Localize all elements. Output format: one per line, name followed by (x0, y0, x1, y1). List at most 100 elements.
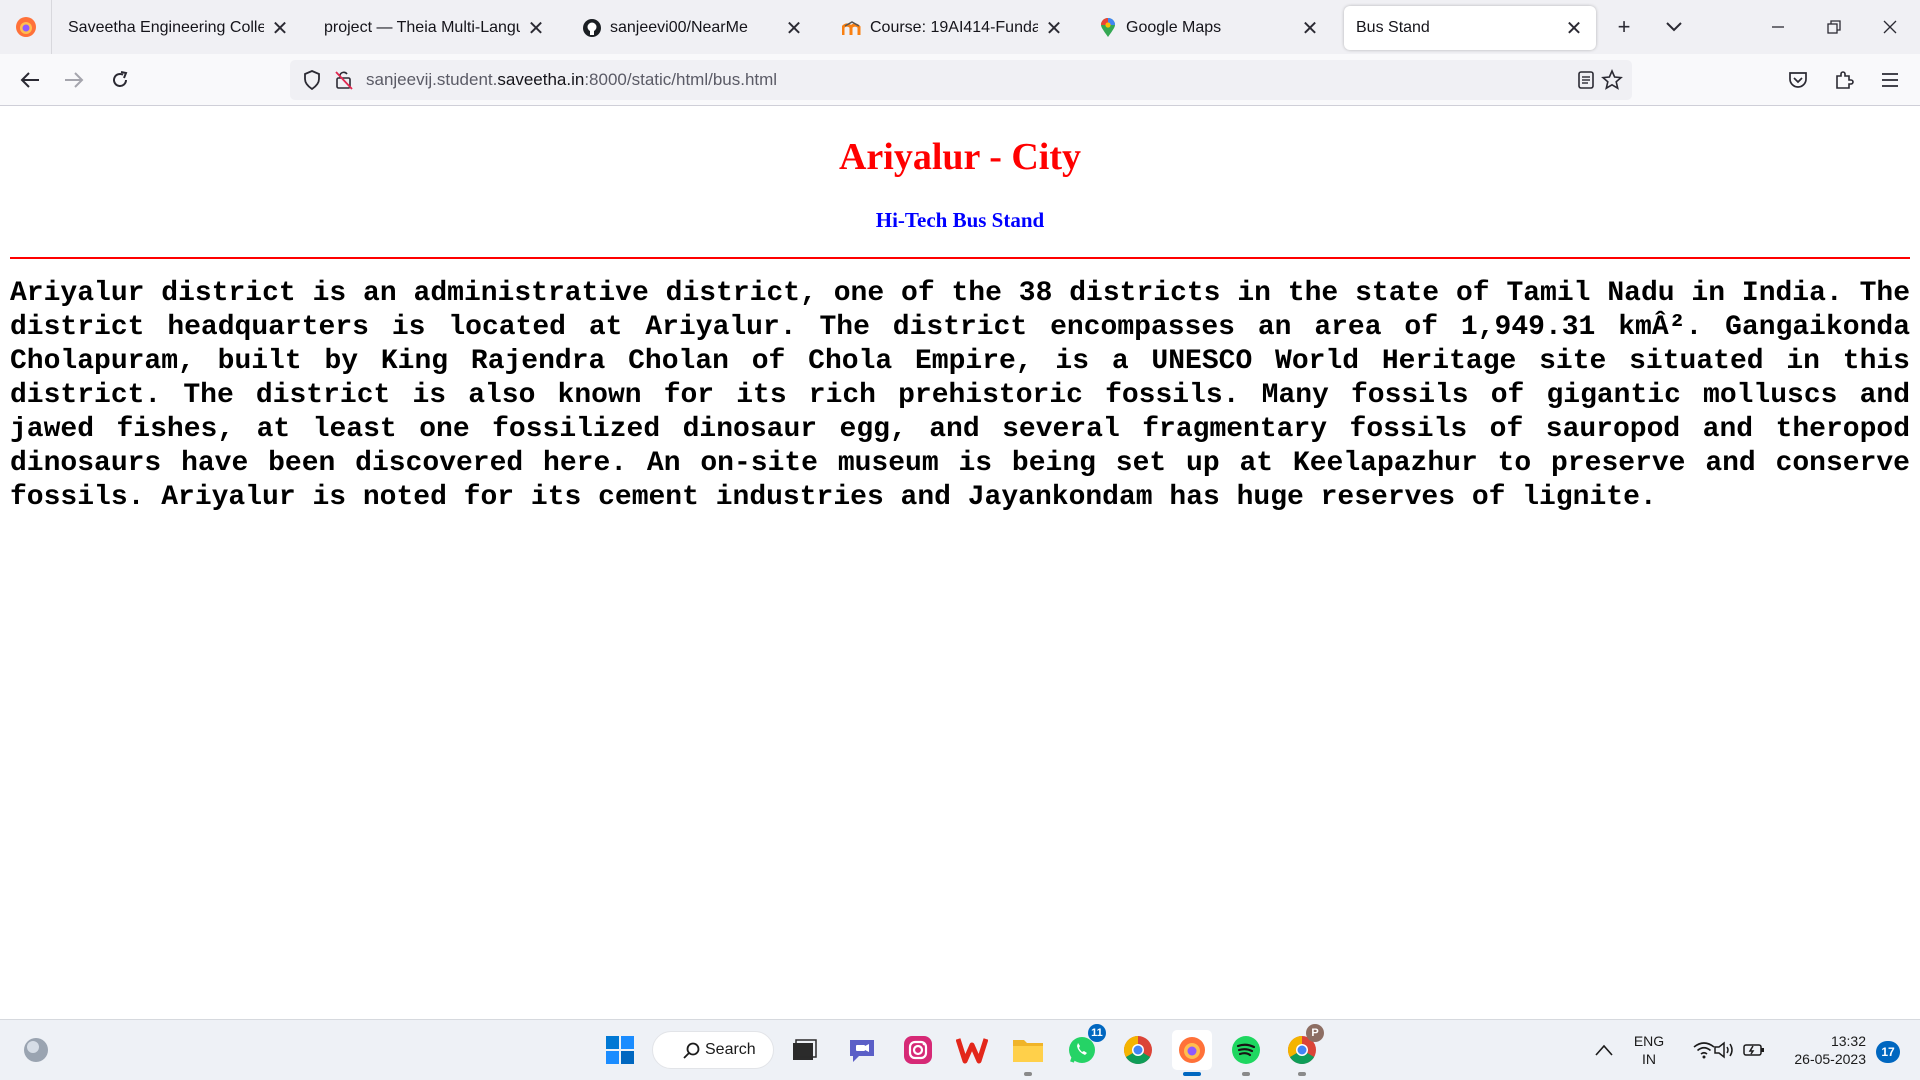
folder-icon (1013, 1040, 1043, 1062)
moodle-icon (842, 18, 862, 38)
url-text[interactable]: sanjeevij.student.saveetha.in:8000/stati… (366, 60, 777, 100)
firefox-view-button[interactable] (0, 0, 52, 54)
tab-google-maps[interactable]: Google Maps ✕ (1086, 6, 1332, 50)
close-icon[interactable]: ✕ (526, 18, 546, 40)
close-icon[interactable]: ✕ (1564, 18, 1584, 40)
chat-icon (850, 1040, 874, 1062)
clock-date: 26-05-2023 (1794, 1051, 1866, 1067)
hamburger-menu-icon (1882, 73, 1898, 87)
url-prefix: sanjeevij.student. (366, 70, 498, 89)
close-icon[interactable]: ✕ (1044, 18, 1064, 40)
maps-pin-icon (1098, 18, 1118, 38)
task-view-button[interactable] (784, 1030, 824, 1070)
arrow-left-icon (20, 72, 39, 88)
chevron-up-icon (1595, 1044, 1613, 1056)
teams-chat-button[interactable] (842, 1030, 882, 1070)
page-subtitle: Hi-Tech Bus Stand (875, 208, 1045, 232)
running-indicator (1298, 1072, 1306, 1076)
forward-button[interactable] (56, 62, 92, 98)
tab-title: Google Maps (1126, 19, 1222, 36)
back-button[interactable] (12, 62, 48, 98)
minimize-button[interactable] (1750, 0, 1806, 54)
profile-badge: P (1306, 1024, 1324, 1042)
body-paragraph: Ariyalur district is an administrative d… (10, 278, 1910, 513)
speaker-icon (1714, 1041, 1733, 1059)
instagram-icon (904, 1036, 932, 1064)
restore-button[interactable] (1806, 0, 1862, 54)
whatsapp-button[interactable]: 11 (1062, 1024, 1106, 1070)
shield-icon[interactable] (300, 68, 324, 92)
wps-office-button[interactable] (952, 1030, 992, 1070)
chevron-down-icon (1666, 22, 1682, 32)
puzzle-icon (1836, 71, 1854, 89)
url-suffix: :8000/static/html/bus.html (584, 70, 778, 89)
notification-badge: 11 (1088, 1024, 1106, 1042)
tab-moodle-course[interactable]: Course: 19AI414-Fundament ✕ (830, 6, 1076, 50)
divider (10, 257, 1910, 259)
clock-time: 13:32 (1830, 1033, 1866, 1049)
close-icon[interactable]: ✕ (270, 18, 290, 40)
arrow-right-icon (65, 72, 84, 88)
navigation-toolbar: sanjeevij.student.saveetha.in:8000/stati… (0, 54, 1920, 106)
tab-title: Saveetha Engineering College (68, 19, 264, 36)
extensions-button[interactable] (1826, 62, 1862, 98)
taskbar: Search 11 P ENG IN 13:32 26-05-2023 17 (0, 1019, 1920, 1080)
reader-view-icon[interactable] (1574, 68, 1598, 92)
reload-button[interactable] (102, 62, 138, 98)
region-label: IN (1642, 1051, 1656, 1067)
chrome-button[interactable] (1118, 1030, 1158, 1070)
file-explorer-button[interactable] (1008, 1030, 1048, 1076)
github-icon (582, 18, 602, 38)
close-icon[interactable]: ✕ (1300, 18, 1320, 40)
tab-title: project — Theia Multi-Language (324, 19, 520, 36)
close-icon (1883, 20, 1897, 34)
tab-strip: Saveetha Engineering College ✕ project —… (0, 0, 1920, 54)
clock[interactable]: 13:32 26-05-2023 (1774, 1032, 1866, 1068)
firefox-icon (15, 17, 36, 37)
search-label: Search (705, 1041, 756, 1058)
bookmark-star-icon[interactable] (1600, 68, 1624, 92)
url-host: saveetha.in (497, 70, 585, 89)
search-icon (683, 1042, 700, 1059)
language-label: ENG (1633, 1033, 1665, 1049)
weather-icon (24, 1038, 48, 1062)
language-indicator[interactable]: ENG IN (1624, 1032, 1674, 1068)
list-all-tabs-button[interactable] (1659, 12, 1689, 42)
page-title: Ariyalur - City (838, 136, 1082, 178)
page-content: Ariyalur - City Hi-Tech Bus Stand Ariyal… (0, 107, 1920, 1019)
spotify-button[interactable] (1226, 1030, 1266, 1076)
firefox-taskbar-button[interactable] (1172, 1030, 1212, 1076)
start-button[interactable] (600, 1030, 640, 1070)
tab-title: Course: 19AI414-Fundament (870, 19, 1038, 36)
insecure-lock-icon[interactable] (332, 68, 356, 92)
chrome-icon (1124, 1036, 1152, 1064)
tab-saveetha[interactable]: Saveetha Engineering College ✕ (56, 6, 302, 50)
show-hidden-icons-button[interactable] (1584, 1030, 1624, 1070)
new-tab-button[interactable]: + (1609, 12, 1639, 42)
windows-logo-icon (606, 1036, 634, 1064)
app-menu-button[interactable] (1872, 62, 1908, 98)
tab-title: Bus Stand (1356, 19, 1430, 36)
close-window-button[interactable] (1862, 0, 1918, 54)
plus-icon: + (1617, 14, 1631, 39)
tab-theia[interactable]: project — Theia Multi-Language ✕ (312, 6, 558, 50)
tab-bus-stand[interactable]: Bus Stand ✕ (1344, 6, 1596, 50)
weather-widget[interactable] (16, 1030, 56, 1070)
tab-github[interactable]: sanjeevi00/NearMe ✕ (570, 6, 816, 50)
pocket-button[interactable] (1780, 62, 1816, 98)
notification-center-badge[interactable]: 17 (1876, 1041, 1900, 1063)
instagram-button[interactable] (898, 1030, 938, 1070)
taskbar-search[interactable]: Search (652, 1031, 774, 1069)
close-icon[interactable]: ✕ (784, 18, 804, 40)
restore-icon (1827, 20, 1841, 34)
url-bar[interactable]: sanjeevij.student.saveetha.in:8000/stati… (290, 60, 1632, 100)
spotify-icon (1232, 1036, 1260, 1064)
chrome-profile-button[interactable]: P (1282, 1024, 1324, 1076)
task-view-icon (793, 1039, 817, 1060)
battery-button[interactable] (1734, 1030, 1774, 1070)
tab-title: sanjeevi00/NearMe (610, 19, 748, 36)
firefox-icon (1179, 1037, 1205, 1063)
wps-office-icon (956, 1038, 988, 1064)
running-indicator (1242, 1072, 1250, 1076)
active-indicator (1183, 1072, 1201, 1076)
